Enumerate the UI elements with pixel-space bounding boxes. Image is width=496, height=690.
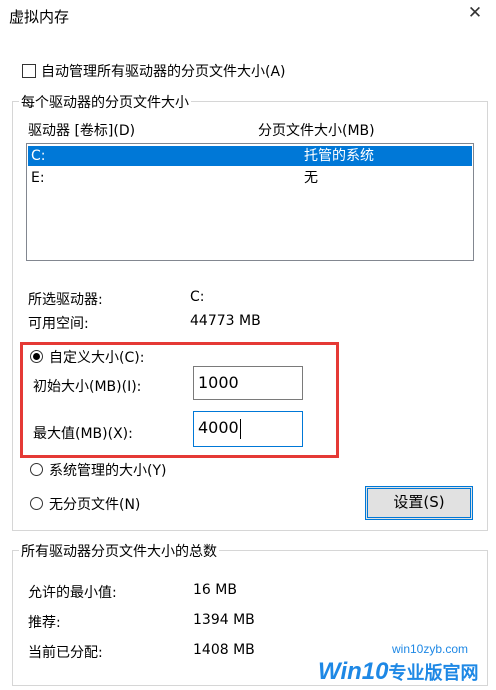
selected-drive-label: 所选驱动器: <box>28 292 103 308</box>
current-value: 1408 MB <box>193 642 255 658</box>
custom-size-radio-row[interactable]: 自定义大小(C): <box>30 347 230 367</box>
max-size-input[interactable]: 4000 <box>193 411 303 447</box>
set-button-label: 设置(S) <box>393 493 445 511</box>
system-managed-radio[interactable] <box>30 463 43 476</box>
watermark-brand: Win10 <box>318 658 389 685</box>
custom-size-label: 自定义大小(C): <box>49 350 145 366</box>
custom-size-radio[interactable] <box>30 350 43 363</box>
drive-row-e[interactable]: E: 无 <box>28 168 472 188</box>
max-size-value: 4000 <box>198 418 239 437</box>
no-paging-label: 无分页文件(N) <box>49 497 141 513</box>
per-drive-legend: 每个驱动器的分页文件大小 <box>19 92 191 112</box>
initial-size-value: 1000 <box>198 373 239 392</box>
auto-manage-label: 自动管理所有驱动器的分页文件大小(A) <box>41 64 286 80</box>
auto-manage-checkbox-row[interactable]: 自动管理所有驱动器的分页文件大小(A) <box>22 61 322 81</box>
no-paging-radio-row[interactable]: 无分页文件(N) <box>30 494 230 514</box>
auto-manage-checkbox[interactable] <box>22 64 36 78</box>
close-icon[interactable]: ✕ <box>464 2 486 24</box>
system-managed-radio-row[interactable]: 系统管理的大小(Y) <box>30 460 230 480</box>
recommended-value: 1394 MB <box>193 612 255 628</box>
current-label: 当前已分配: <box>28 645 103 661</box>
drive-listbox[interactable]: C: 托管的系统 E: 无 <box>26 143 474 261</box>
text-caret <box>239 418 241 439</box>
watermark-url: win10zyb.com <box>392 642 469 656</box>
selected-drive-value: C: <box>190 289 205 305</box>
drive-row-c[interactable]: C: 托管的系统 <box>28 146 472 166</box>
min-label: 允许的最小值: <box>28 585 117 601</box>
drive-row-size: 无 <box>304 170 318 186</box>
min-value: 16 MB <box>193 582 237 598</box>
initial-size-input[interactable]: 1000 <box>193 366 303 400</box>
initial-size-label: 初始大小(MB)(I): <box>33 379 142 395</box>
watermark-logo: Win10专业版官网 <box>318 658 478 688</box>
watermark-suffix: 专业版官网 <box>388 663 479 684</box>
drive-row-size: 托管的系统 <box>304 148 374 164</box>
free-space-label: 可用空间: <box>28 316 89 332</box>
free-space-value: 44773 MB <box>190 313 261 329</box>
recommended-label: 推荐: <box>28 615 61 631</box>
system-managed-label: 系统管理的大小(Y) <box>49 463 167 479</box>
max-size-label: 最大值(MB)(X): <box>33 426 133 442</box>
totals-legend: 所有驱动器分页文件大小的总数 <box>19 541 219 561</box>
no-paging-radio[interactable] <box>30 497 43 510</box>
column-header-drive: 驱动器 [卷标](D) <box>28 123 136 139</box>
column-header-size: 分页文件大小(MB) <box>258 123 375 139</box>
window-title: 虚拟内存 <box>9 8 70 26</box>
drive-row-drive: E: <box>31 170 45 186</box>
drive-row-drive: C: <box>31 148 46 164</box>
set-button[interactable]: 设置(S) <box>365 486 473 520</box>
